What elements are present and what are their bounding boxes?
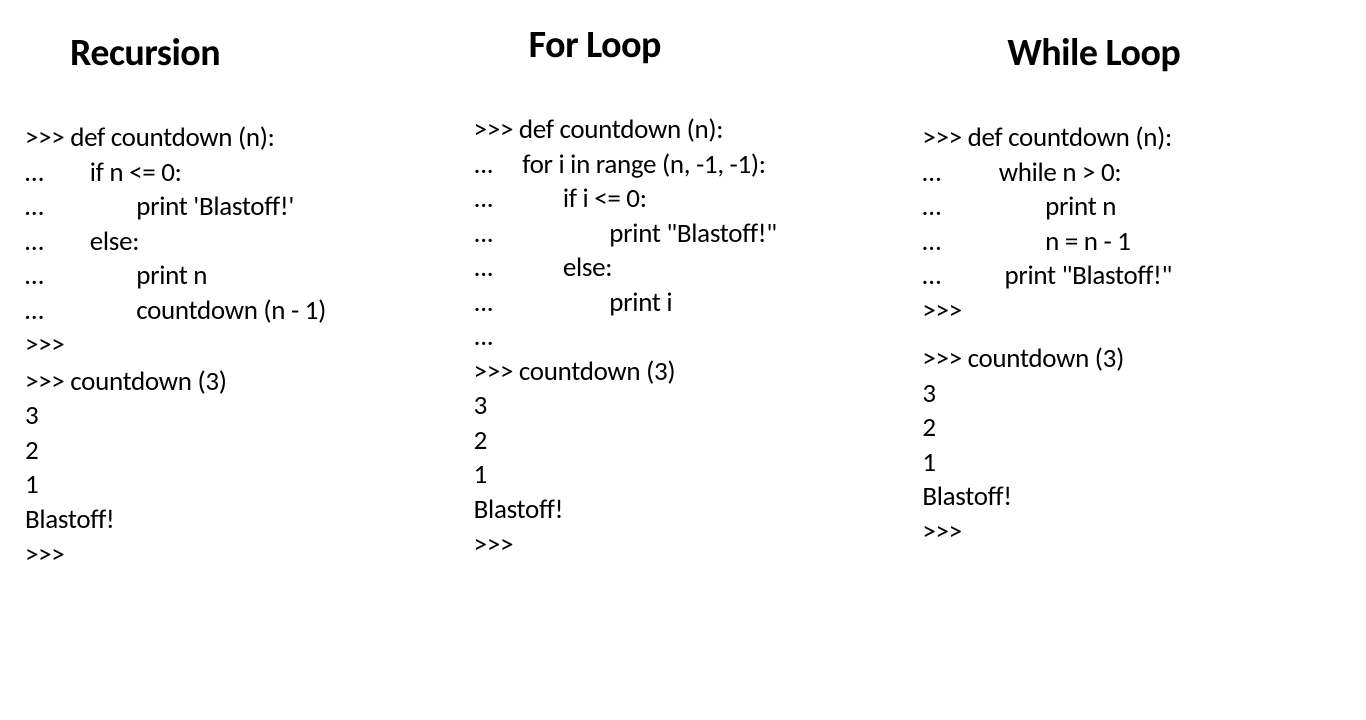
three-column-layout: Recursion >>> def countdown (n): … if n … bbox=[25, 30, 1341, 572]
heading-for: For Loop bbox=[529, 22, 893, 68]
code-call-recursion: >>> countdown (3) 3 2 1 Blastoff! >>> bbox=[25, 365, 444, 572]
code-def-while: >>> def countdown (n): … while n > 0: … … bbox=[922, 121, 1341, 328]
column-for: For Loop >>> def countdown (n): ... for … bbox=[474, 30, 893, 572]
column-recursion: Recursion >>> def countdown (n): … if n … bbox=[25, 30, 444, 572]
code-call-while: >>> countdown (3) 3 2 1 Blastoff! >>> bbox=[922, 342, 1341, 549]
code-def-recursion: >>> def countdown (n): … if n <= 0: … pr… bbox=[25, 121, 444, 363]
heading-recursion: Recursion bbox=[70, 30, 444, 76]
column-while: While Loop >>> def countdown (n): … whil… bbox=[922, 30, 1341, 572]
code-def-for: >>> def countdown (n): ... for i in rang… bbox=[474, 113, 893, 562]
heading-while: While Loop bbox=[1007, 30, 1341, 76]
